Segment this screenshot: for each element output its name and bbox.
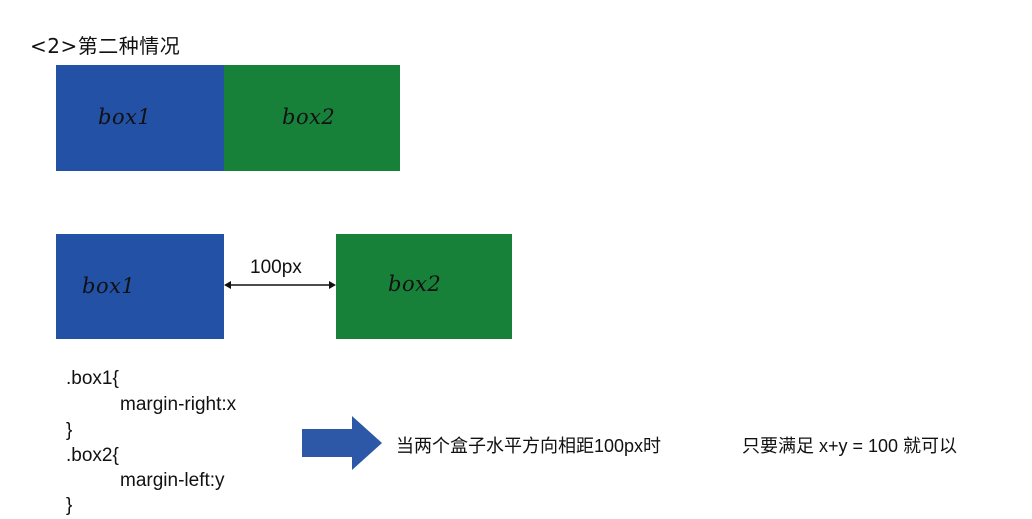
row2-box2: box2	[336, 234, 512, 339]
row1-box2: box2	[224, 65, 400, 171]
code-line-box1-open: .box1{	[66, 368, 119, 389]
code-line-box1-close: }	[66, 420, 73, 441]
code-line-margin-right: margin-right:x	[120, 394, 237, 415]
gap-distance-label: 100px	[250, 257, 302, 278]
code-line-margin-left: margin-left:y	[120, 470, 225, 491]
row1-box1-label: box1	[98, 105, 152, 129]
description-left: 当两个盒子水平方向相距100px时	[396, 436, 662, 456]
row2-box1-label: box1	[82, 274, 136, 298]
section-heading: <2>第二种情况	[30, 34, 181, 58]
row1-box1: box1	[56, 65, 224, 171]
row2-box2-label: box2	[388, 272, 442, 296]
row1-box2-label: box2	[282, 105, 336, 129]
code-line-box2-close: }	[66, 495, 73, 516]
row2-box1: box1	[56, 234, 224, 339]
code-line-box2-open: .box2{	[66, 445, 119, 466]
description-right: 只要满足 x+y = 100 就可以	[742, 436, 958, 456]
right-arrow-icon	[302, 416, 382, 470]
double-arrow-icon	[224, 281, 336, 289]
